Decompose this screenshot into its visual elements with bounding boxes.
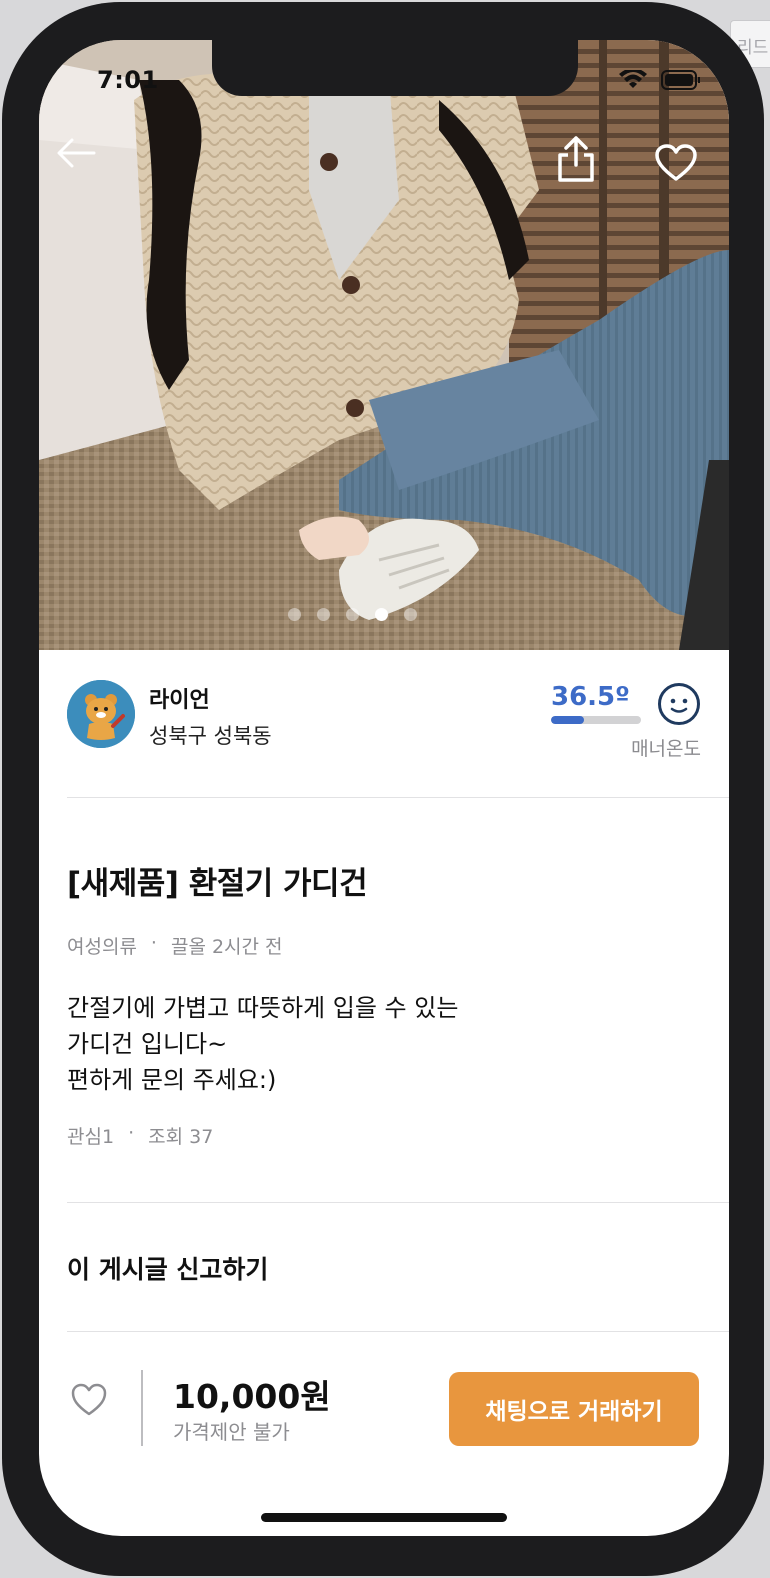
post-category[interactable]: 여성의류: [67, 932, 137, 959]
heart-outline-icon[interactable]: [71, 1382, 107, 1418]
share-icon: [558, 136, 594, 182]
divider: [67, 797, 729, 798]
phone-frame: 7:01 라이언 성북구 성북동 36.5º 매너온도 [새제품] 환절기 가디…: [2, 2, 764, 1576]
heart-outline-icon: [655, 144, 697, 181]
photo-page-indicator[interactable]: [39, 608, 697, 621]
post-stats: 관심1 · 조회 37: [67, 1122, 213, 1149]
favorite-button[interactable]: [653, 140, 699, 186]
status-time: 7:01: [97, 66, 159, 94]
manner-temperature-label: 매너온도: [631, 738, 701, 760]
home-indicator[interactable]: [261, 1513, 507, 1522]
stats-separator: ·: [128, 1122, 135, 1144]
share-button[interactable]: [553, 134, 599, 184]
meta-separator: ·: [150, 932, 157, 954]
post-time: 끌올 2시간 전: [170, 936, 283, 958]
post-title: [새제품] 환절기 가디건: [67, 866, 368, 902]
seller-location: 성북구 성북동: [149, 724, 272, 748]
battery-icon: [661, 70, 700, 90]
page-dot[interactable]: [316, 608, 330, 621]
smile-face-icon: [658, 683, 700, 725]
back-button[interactable]: [55, 132, 97, 174]
manner-temperature: 36.5º: [551, 682, 630, 712]
avatar[interactable]: [67, 680, 135, 748]
price: 10,000원: [173, 1377, 331, 1416]
price-note: 가격제안 불가: [173, 1420, 290, 1444]
seller-name: 라이언: [149, 688, 210, 713]
back-arrow-icon: [57, 138, 96, 168]
page-dot-active[interactable]: [374, 608, 388, 621]
status-icons: [619, 70, 701, 90]
app-screen: 7:01 라이언 성북구 성북동 36.5º 매너온도 [새제품] 환절기 가디…: [39, 40, 729, 1536]
interest-count: 관심1: [67, 1126, 115, 1148]
manner-temperature-fill: [551, 716, 584, 724]
wifi-icon: [619, 70, 647, 88]
divider: [67, 1202, 729, 1203]
post-description: 간절기에 가볍고 따뜻하게 입을 수 있는 가디건 입니다~ 편하게 문의 주세…: [67, 994, 459, 1094]
vertical-divider: [141, 1370, 143, 1446]
ryan-avatar-icon: [67, 680, 135, 748]
chat-trade-button[interactable]: 채팅으로 거래하기: [449, 1372, 699, 1446]
seller-profile[interactable]: 라이언 성북구 성북동 36.5º 매너온도: [67, 680, 701, 798]
product-photo[interactable]: [39, 40, 729, 650]
page-dot[interactable]: [403, 608, 417, 621]
manner-temperature-bar: [551, 716, 641, 724]
device-notch: [212, 40, 578, 96]
bottom-action-bar: 10,000원 가격제안 불가 채팅으로 거래하기: [39, 1332, 729, 1536]
page-dot[interactable]: [345, 608, 359, 621]
view-count: 조회 37: [148, 1126, 214, 1148]
page-dot[interactable]: [287, 608, 301, 621]
report-post-link[interactable]: 이 게시글 신고하기: [67, 1250, 268, 1286]
post-meta: 여성의류 · 끌올 2시간 전: [67, 932, 283, 959]
